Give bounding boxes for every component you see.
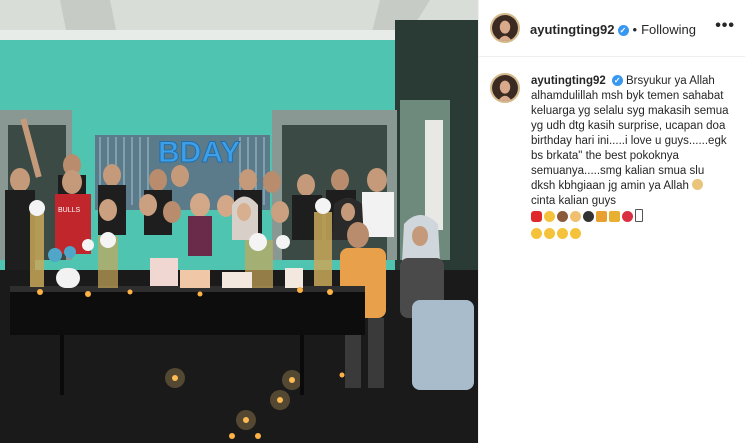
caption-verified-icon: ✓ [611,75,623,86]
following-button[interactable]: Following [641,22,696,37]
header-separator: • [632,22,638,37]
caption-username[interactable]: ayutingting92 [531,75,606,87]
red-heart-icon [531,211,542,222]
bday-banner-text: BDAY [158,136,240,169]
unsupported-glyph-icon [635,209,643,222]
party-photo-illustration: BDAY BULLS [0,0,478,443]
folded-hands-icon [692,179,704,190]
caption-tail: cinta kalian guys [531,195,617,207]
gift-icon [609,211,620,222]
cake-slice-icon [570,211,581,222]
lollipop-icon [622,211,633,222]
grin-icon [544,211,555,222]
emoji-row-2 [531,228,731,243]
caption-text: Brsyukur ya Allah alhamdulillah msh byk … [531,75,729,192]
grin-icon [557,228,568,239]
caption-avatar[interactable] [490,73,520,103]
avatar-image [492,15,518,41]
party-popper-icon [596,211,607,222]
post-photo[interactable]: BDAY BULLS [0,0,478,443]
emoji-row-1 [531,209,645,224]
caption: ayutingting92 ✓ Brsyukur ya Allah alhamdu… [531,74,731,243]
avatar[interactable] [490,13,520,43]
post-side-panel: ayutingting92 ✓ • Following ••• ayutingting… [478,0,745,443]
grin-icon [531,228,542,239]
header-meta: ayutingting92 ✓ • Following [530,21,696,39]
more-options-icon[interactable]: ••• [715,17,735,35]
balloon-icon [583,211,594,222]
post-header: ayutingting92 ✓ • Following ••• [479,0,745,57]
caption-avatar-image [492,75,518,101]
grin-icon [570,228,581,239]
verified-badge-icon: ✓ [617,25,629,36]
header-username[interactable]: ayutingting92 [530,22,615,37]
cake-icon [557,211,568,222]
jersey-text: BULLS [58,207,81,214]
grin-icon [544,228,555,239]
